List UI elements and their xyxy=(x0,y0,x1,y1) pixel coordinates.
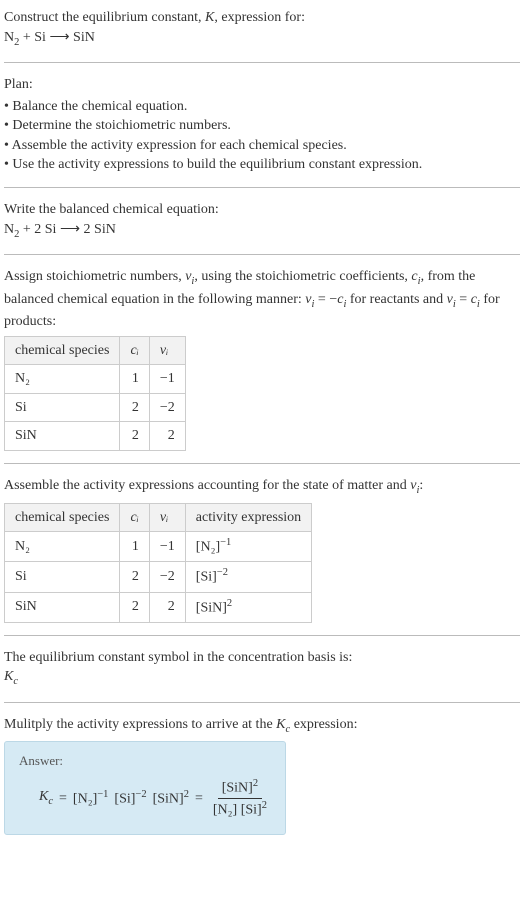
balanced-heading: Write the balanced chemical equation: xyxy=(4,200,520,220)
eq-lhs: N xyxy=(4,30,14,45)
activity-section: Assemble the activity expressions accoun… xyxy=(4,476,520,636)
col-species: chemical species xyxy=(5,503,120,532)
intro-text: Construct the equilibrium constant, K, e… xyxy=(4,8,520,28)
table-row: N₂ 1 −1 xyxy=(5,365,186,394)
cell-nu: −1 xyxy=(149,532,185,562)
intro-post: , expression for: xyxy=(214,10,305,25)
plan-list: Balance the chemical equation. Determine… xyxy=(4,97,520,175)
balanced-equation: N2 + 2 Si ⟶ 2 SiN xyxy=(4,220,520,242)
table-row: Si 2 −2 [Si]−2 xyxy=(5,562,312,592)
plan-item: Determine the stoichiometric numbers. xyxy=(4,116,520,136)
kc-expression: Kc = [N₂]−1 [Si]−2 [SiN]2 = [SiN]2 [N₂] … xyxy=(39,777,271,821)
cell-species: Si xyxy=(5,393,120,422)
col-species: chemical species xyxy=(5,336,120,365)
cell-species: SiN xyxy=(5,422,120,451)
fraction: [SiN]2 [N₂] [Si]2 xyxy=(209,777,271,821)
plan-item: Use the activity expressions to build th… xyxy=(4,155,520,175)
bal-rhs: 2 SiN xyxy=(80,222,116,237)
table-row: SiN 2 2 [SiN]2 xyxy=(5,592,312,622)
fraction-denominator: [N₂] [Si]2 xyxy=(209,799,271,820)
cell-species: SiN xyxy=(5,592,120,622)
cell-nu: −2 xyxy=(149,393,185,422)
multiply-text: Mulitply the activity expressions to arr… xyxy=(4,715,520,737)
cell-c: 2 xyxy=(120,592,149,622)
cell-c: 1 xyxy=(120,365,149,394)
cell-activity: [Si]−2 xyxy=(185,562,311,592)
table-header-row: chemical species cᵢ νᵢ xyxy=(5,336,186,365)
cell-activity: [SiN]2 xyxy=(185,592,311,622)
cell-species: N₂ xyxy=(5,532,120,562)
bal-plus: + 2 Si xyxy=(19,222,60,237)
col-nu: νᵢ xyxy=(149,503,185,532)
plan-heading: Plan: xyxy=(4,75,520,95)
eq-rhs: SiN xyxy=(70,30,95,45)
cell-c: 2 xyxy=(120,422,149,451)
table-row: SiN 2 2 xyxy=(5,422,186,451)
fraction-numerator: [SiN]2 xyxy=(218,777,262,799)
cell-nu: −2 xyxy=(149,562,185,592)
intro-K: K xyxy=(205,10,214,25)
stoich-table: chemical species cᵢ νᵢ N₂ 1 −1 Si 2 −2 S… xyxy=(4,336,186,451)
kc-symbol-text: The equilibrium constant symbol in the c… xyxy=(4,648,520,668)
arrow-icon: ⟶ xyxy=(60,222,80,237)
bal-lhs: N xyxy=(4,222,14,237)
balanced-section: Write the balanced chemical equation: N2… xyxy=(4,200,520,255)
answer-label: Answer: xyxy=(19,752,271,770)
table-row: Si 2 −2 xyxy=(5,393,186,422)
stoich-text: Assign stoichiometric numbers, νi, using… xyxy=(4,267,520,332)
intro-pre: Construct the equilibrium constant, xyxy=(4,10,205,25)
cell-c: 2 xyxy=(120,562,149,592)
table-row: N₂ 1 −1 [N₂]−1 xyxy=(5,532,312,562)
activity-text: Assemble the activity expressions accoun… xyxy=(4,476,520,498)
intro-section: Construct the equilibrium constant, K, e… xyxy=(4,8,520,63)
cell-nu: −1 xyxy=(149,365,185,394)
kc-symbol: Kc xyxy=(4,667,520,689)
plan-item: Assemble the activity expression for eac… xyxy=(4,136,520,156)
answer-box: Answer: Kc = [N₂]−1 [Si]−2 [SiN]2 = [SiN… xyxy=(4,741,286,835)
plan-item: Balance the chemical equation. xyxy=(4,97,520,117)
col-c: cᵢ xyxy=(120,503,149,532)
eq-plus: + Si xyxy=(19,30,49,45)
stoich-section: Assign stoichiometric numbers, νi, using… xyxy=(4,267,520,464)
kc-symbol-section: The equilibrium constant symbol in the c… xyxy=(4,648,520,703)
activity-table: chemical species cᵢ νᵢ activity expressi… xyxy=(4,503,312,623)
cell-species: N₂ xyxy=(5,365,120,394)
cell-activity: [N₂]−1 xyxy=(185,532,311,562)
cell-species: Si xyxy=(5,562,120,592)
unbalanced-equation: N2 + Si ⟶ SiN xyxy=(4,28,520,50)
cell-nu: 2 xyxy=(149,592,185,622)
cell-nu: 2 xyxy=(149,422,185,451)
col-activity: activity expression xyxy=(185,503,311,532)
cell-c: 1 xyxy=(120,532,149,562)
answer-section: Mulitply the activity expressions to arr… xyxy=(4,715,520,847)
arrow-icon: ⟶ xyxy=(49,30,69,45)
col-nu: νᵢ xyxy=(149,336,185,365)
plan-section: Plan: Balance the chemical equation. Det… xyxy=(4,75,520,188)
col-c: cᵢ xyxy=(120,336,149,365)
cell-c: 2 xyxy=(120,393,149,422)
table-header-row: chemical species cᵢ νᵢ activity expressi… xyxy=(5,503,312,532)
